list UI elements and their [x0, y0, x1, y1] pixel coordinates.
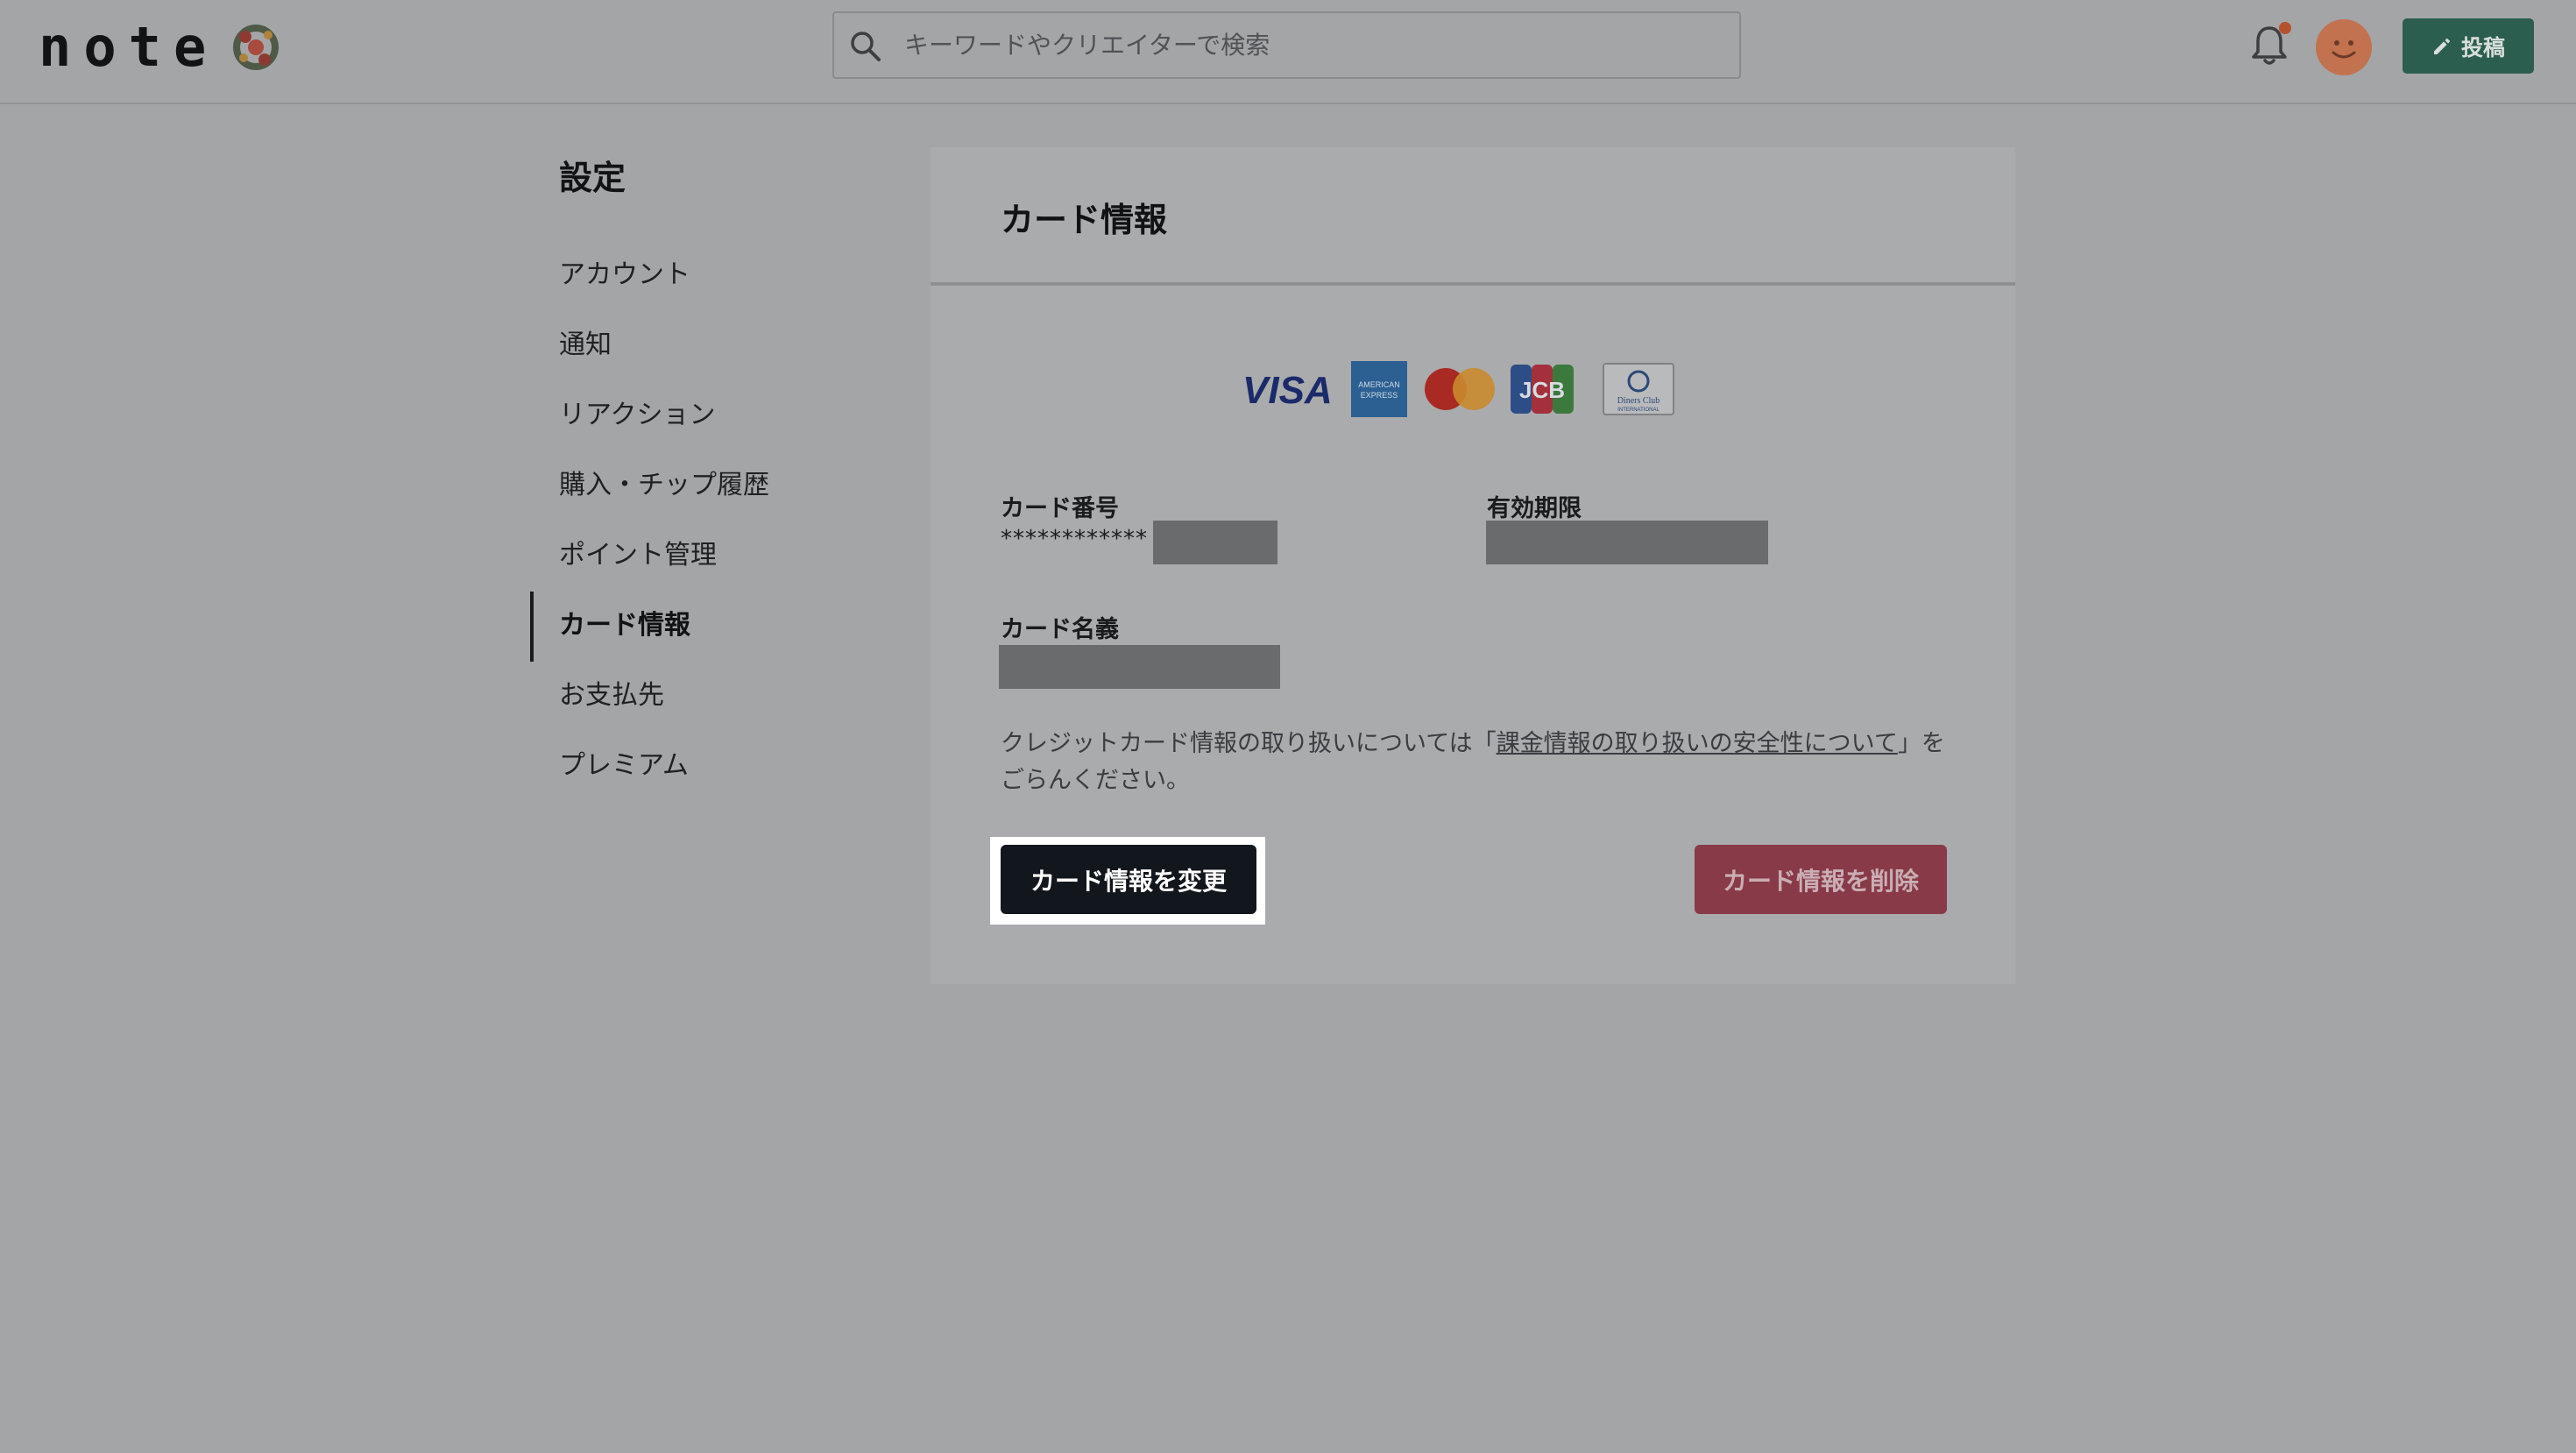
post-button[interactable]: 投稿: [2403, 18, 2534, 74]
expiry-label: 有効期限: [1487, 495, 1582, 522]
redacted-expiry: [1486, 521, 1768, 564]
svg-text:JCB: JCB: [1519, 377, 1565, 403]
pencil-icon: [2433, 38, 2450, 54]
top-header: note 投稿: [0, 0, 2576, 104]
delete-card-button[interactable]: カード情報を削除: [1695, 845, 1947, 914]
diners-club-logo-icon: Diners Club INTERNATIONAL: [1603, 363, 1674, 415]
amex-logo-icon: AMERICAN EXPRESS: [1351, 361, 1407, 417]
avatar[interactable]: [2316, 19, 2372, 75]
svg-text:AMERICAN: AMERICAN: [1358, 380, 1400, 389]
sidebar-item-card-info[interactable]: カード情報: [559, 606, 690, 645]
divider: [931, 282, 2015, 286]
change-card-button[interactable]: カード情報を変更: [1001, 845, 1256, 914]
settings-title: 設定: [559, 159, 626, 197]
card-brands: VISA AMERICAN EXPRESS JCB Diners Club IN…: [1242, 361, 1674, 417]
note-logo[interactable]: note: [39, 12, 218, 82]
card-name-label: カード名義: [1001, 616, 1119, 643]
card-info-title: カード情報: [1001, 201, 1168, 239]
security-policy-link[interactable]: 課金情報の取り扱いの安全性について: [1497, 730, 1898, 757]
wreath-icon: [233, 25, 279, 70]
avatar-face-icon: [2332, 40, 2356, 59]
svg-text:Diners Club: Diners Club: [1617, 396, 1660, 406]
redacted-card-name: [999, 645, 1280, 689]
svg-text:INTERNATIONAL: INTERNATIONAL: [1617, 408, 1660, 413]
card-number-label: カード番号: [1001, 495, 1119, 522]
card-number-value: ************: [1001, 526, 1148, 552]
mastercard-logo-icon: [1425, 368, 1495, 410]
sidebar-item-reactions[interactable]: リアクション: [559, 396, 716, 435]
sidebar-item-purchase-history[interactable]: 購入・チップ履歴: [559, 466, 769, 505]
sidebar-item-account[interactable]: アカウント: [559, 256, 690, 294]
redacted-card-digits: [1153, 521, 1277, 564]
sidebar-item-points[interactable]: ポイント管理: [559, 536, 717, 575]
svg-text:EXPRESS: EXPRESS: [1361, 391, 1398, 400]
svg-text:VISA: VISA: [1242, 369, 1333, 412]
post-button-label: 投稿: [2460, 34, 2505, 60]
notification-badge: [2279, 22, 2291, 34]
active-indicator: [530, 592, 534, 662]
sidebar-item-premium[interactable]: プレミアム: [559, 747, 689, 785]
sidebar-item-notifications[interactable]: 通知: [559, 326, 612, 365]
search-icon: [851, 32, 881, 61]
search-input[interactable]: [904, 13, 1719, 77]
jcb-logo-icon: JCB: [1511, 365, 1574, 414]
security-note: クレジットカード情報の取り扱いについては「課金情報の取り扱いの安全性について」を…: [1001, 726, 1956, 799]
note-prefix: クレジットカード情報の取り扱いについては「: [1001, 730, 1497, 757]
visa-logo-icon: VISA: [1242, 369, 1333, 412]
search-bar[interactable]: [832, 11, 1741, 79]
sidebar-item-payee[interactable]: お支払先: [559, 677, 664, 715]
